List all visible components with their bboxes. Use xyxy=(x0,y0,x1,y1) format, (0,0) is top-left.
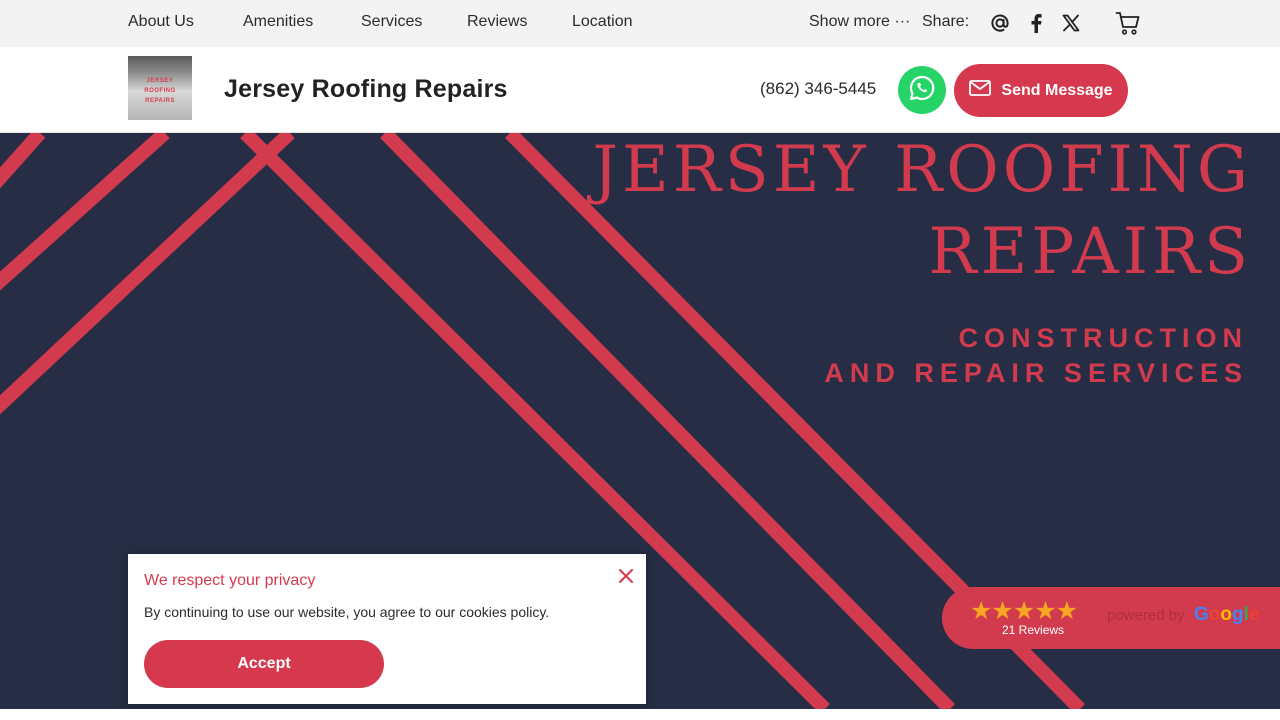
google-logo: Google xyxy=(1194,604,1260,625)
close-icon[interactable] xyxy=(616,566,636,586)
review-count: 21 Reviews xyxy=(1002,623,1065,637)
mail-icon xyxy=(969,80,992,101)
share-label: Share: xyxy=(922,13,970,30)
show-more-button[interactable]: Show more ··· xyxy=(809,13,910,31)
nav-amenities[interactable]: Amenities xyxy=(243,13,313,31)
logo-text: JERSEY ROOFING REPAIRS xyxy=(144,78,176,104)
nav-about-us[interactable]: About Us xyxy=(128,13,194,31)
privacy-popup: We respect your privacy By continuing to… xyxy=(128,554,646,704)
at-icon[interactable] xyxy=(989,12,1011,34)
hero-subtitle-line-2: AND REPAIR SERVICES xyxy=(824,358,1248,388)
accept-button[interactable]: Accept xyxy=(144,640,384,688)
hero-title-line-2: REPAIRS xyxy=(928,215,1252,289)
brand-name: Jersey Roofing Repairs xyxy=(224,75,508,103)
nav-reviews[interactable]: Reviews xyxy=(467,13,527,31)
send-message-label: Send Message xyxy=(1001,81,1113,99)
powered-by-label: powered by xyxy=(1107,607,1185,624)
page-bottom-strip xyxy=(0,709,1280,720)
x-icon[interactable] xyxy=(1060,12,1082,34)
top-navigation: About Us Amenities Services Reviews Loca… xyxy=(0,0,1280,47)
hero-subtitle-line-1: CONSTRUCTION xyxy=(958,323,1248,353)
send-message-button[interactable]: Send Message xyxy=(954,64,1128,117)
whatsapp-button[interactable] xyxy=(898,66,946,114)
hero-title-line-1: JERSEY ROOFING xyxy=(592,133,1252,207)
rating-stars: ★★★★★ xyxy=(970,597,1078,625)
privacy-title: We respect your privacy xyxy=(144,572,316,589)
nav-services[interactable]: Services xyxy=(361,13,422,31)
nav-location[interactable]: Location xyxy=(572,13,633,31)
google-reviews-badge[interactable]: ★★★★★ 21 Reviews powered by Google xyxy=(942,587,1280,649)
facebook-icon[interactable] xyxy=(1025,12,1047,34)
whatsapp-icon xyxy=(908,74,936,107)
cart-icon[interactable] xyxy=(1115,10,1141,36)
privacy-text: By continuing to use our website, you ag… xyxy=(144,604,550,620)
site-header: JERSEY ROOFING REPAIRS Jersey Roofing Re… xyxy=(0,47,1280,133)
phone-number[interactable]: (862) 346-5445 xyxy=(760,79,876,99)
company-logo[interactable]: JERSEY ROOFING REPAIRS xyxy=(128,56,192,120)
